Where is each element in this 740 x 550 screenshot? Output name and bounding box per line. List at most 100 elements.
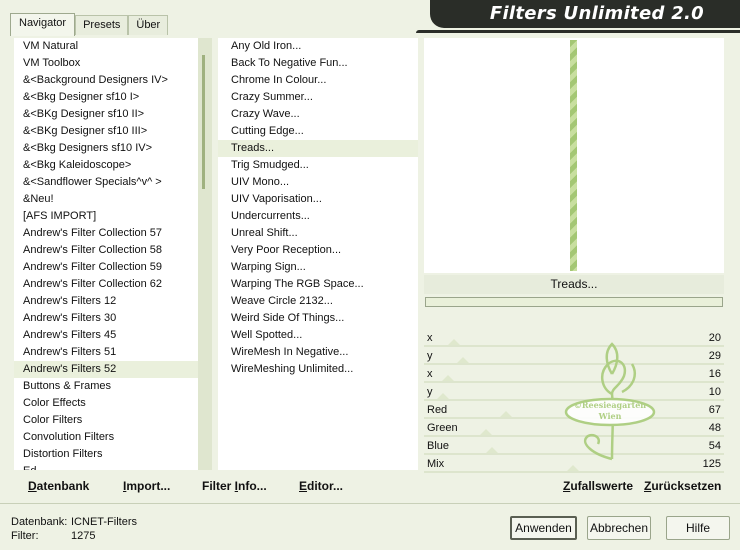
category-item[interactable]: Andrew's Filters 52 xyxy=(14,361,212,378)
param-value: 54 xyxy=(708,440,721,452)
category-item[interactable]: Ed... xyxy=(14,463,212,470)
slider-knob[interactable] xyxy=(499,411,514,418)
database-button[interactable]: Datenbank xyxy=(28,479,89,493)
filter-item[interactable]: Very Poor Reception... xyxy=(218,242,418,259)
slider-knob[interactable] xyxy=(447,339,462,346)
filter-item[interactable]: Chrome In Colour... xyxy=(218,72,418,89)
category-scroll-thumb[interactable] xyxy=(202,55,205,189)
category-item[interactable]: &<Background Designers IV> xyxy=(14,72,212,89)
category-item[interactable]: &Neu! xyxy=(14,191,212,208)
randomize-button[interactable]: Zufallswerte xyxy=(563,479,633,493)
category-item[interactable]: Convolution Filters xyxy=(14,429,212,446)
category-item[interactable]: &<Bkg Designer sf10 I> xyxy=(14,89,212,106)
param-label: x xyxy=(427,332,433,344)
category-item[interactable]: Distortion Filters xyxy=(14,446,212,463)
help-button[interactable]: Hilfe xyxy=(666,516,730,540)
category-item[interactable]: &<BKg Designer sf10 III> xyxy=(14,123,212,140)
status-db-label: Datenbank: xyxy=(11,516,68,528)
category-item[interactable]: Andrew's Filters 30 xyxy=(14,310,212,327)
category-item[interactable]: Andrew's Filter Collection 58 xyxy=(14,242,212,259)
param-label: y xyxy=(427,386,433,398)
slider-knob[interactable] xyxy=(566,465,581,472)
category-item[interactable]: [AFS IMPORT] xyxy=(14,208,212,225)
filter-item[interactable]: Trig Smudged... xyxy=(218,157,418,174)
filter-item[interactable]: Any Old Iron... xyxy=(218,38,418,55)
category-item[interactable]: Color Effects xyxy=(14,395,212,412)
apply-button[interactable]: Anwenden xyxy=(510,516,577,540)
slider-knob[interactable] xyxy=(435,393,450,400)
param-label: Mix xyxy=(427,458,445,470)
filter-info-button[interactable]: Filter Info... xyxy=(202,479,267,493)
filter-item[interactable]: Unreal Shift... xyxy=(218,225,418,242)
category-item[interactable]: VM Toolbox xyxy=(14,55,212,72)
param-label: y xyxy=(427,350,433,362)
filter-item[interactable]: Warping The RGB Space... xyxy=(218,276,418,293)
param-value: 16 xyxy=(708,368,721,380)
param-label: Green xyxy=(427,422,458,434)
banner-underline xyxy=(416,30,740,33)
tab-presets[interactable]: Presets xyxy=(75,15,129,35)
filter-item[interactable]: Back To Negative Fun... xyxy=(218,55,418,72)
category-item[interactable]: Andrew's Filters 45 xyxy=(14,327,212,344)
slider-knob[interactable] xyxy=(441,375,456,382)
filter-item[interactable]: UIV Vaporisation... xyxy=(218,191,418,208)
category-item[interactable]: &<Sandflower Specials^v^ > xyxy=(14,174,212,191)
param-value: 29 xyxy=(708,350,721,362)
category-item[interactable]: Andrew's Filter Collection 62 xyxy=(14,276,212,293)
status-filter-label: Filter: xyxy=(11,530,39,542)
tab-bar: Navigator Presets Über xyxy=(10,13,169,36)
filter-item[interactable]: UIV Mono... xyxy=(218,174,418,191)
watermark-logo: ©Reesieagarten Wien xyxy=(564,342,656,461)
slider-knob[interactable] xyxy=(455,357,470,364)
category-item[interactable]: Andrew's Filters 51 xyxy=(14,344,212,361)
category-item[interactable]: &<Bkg Kaleidoscope> xyxy=(14,157,212,174)
category-item[interactable]: VM Natural xyxy=(14,38,212,55)
filter-item[interactable]: Treads... xyxy=(218,140,418,157)
param-label: Blue xyxy=(427,440,450,452)
filter-item[interactable]: Crazy Summer... xyxy=(218,89,418,106)
param-value: 20 xyxy=(708,332,721,344)
logo-text: ©Reesieagarten xyxy=(574,400,646,410)
filter-item[interactable]: WireMesh In Negative... xyxy=(218,344,418,361)
slider-knob[interactable] xyxy=(479,429,494,436)
param-value: 48 xyxy=(708,422,721,434)
category-list[interactable]: VM Natural VM Toolbox &<Background Designe… xyxy=(14,38,212,470)
progress-bar xyxy=(425,297,723,307)
filter-item[interactable]: Crazy Wave... xyxy=(218,106,418,123)
cancel-button[interactable]: Abbrechen xyxy=(587,516,651,540)
preview-area: Treads... x 20 y 29 x 16 y 10 Red 67 Green 48 Blue 54… xyxy=(424,38,724,473)
import-button[interactable]: Import... xyxy=(123,479,170,493)
category-item[interactable]: Color Filters xyxy=(14,412,212,429)
param-value: 67 xyxy=(708,404,721,416)
filter-item[interactable]: Well Spotted... xyxy=(218,327,418,344)
category-item[interactable]: Buttons & Frames xyxy=(14,378,212,395)
category-item[interactable]: Andrew's Filter Collection 59 xyxy=(14,259,212,276)
param-value: 125 xyxy=(702,458,721,470)
filter-item[interactable]: Warping Sign... xyxy=(218,259,418,276)
param-value: 10 xyxy=(708,386,721,398)
app-title-banner: Filters Unlimited 2.0 xyxy=(430,0,740,28)
tab-navigator[interactable]: Navigator xyxy=(10,13,76,36)
logo-text-sub: Wien xyxy=(598,411,622,421)
category-scrollbar[interactable] xyxy=(198,38,212,470)
param-label: x xyxy=(427,368,433,380)
category-item[interactable]: Andrew's Filter Collection 57 xyxy=(14,225,212,242)
filter-item[interactable]: Weird Side Of Things... xyxy=(218,310,418,327)
filter-item[interactable]: WireMeshing Unlimited... xyxy=(218,361,418,378)
filter-list[interactable]: Any Old Iron... Back To Negative Fun... Ch… xyxy=(218,38,418,470)
preview-stripe xyxy=(570,40,577,271)
filter-item[interactable]: Cutting Edge... xyxy=(218,123,418,140)
filter-item[interactable]: Undercurrents... xyxy=(218,208,418,225)
category-item[interactable]: &<BKg Designer sf10 II> xyxy=(14,106,212,123)
preview-image xyxy=(424,38,724,273)
category-item[interactable]: Andrew's Filters 12 xyxy=(14,293,212,310)
reset-button[interactable]: Zurücksetzen xyxy=(644,479,721,493)
category-item[interactable]: &<Bkg Designers sf10 IV> xyxy=(14,140,212,157)
preview-filter-name: Treads... xyxy=(424,275,724,294)
editor-button[interactable]: Editor... xyxy=(299,479,343,493)
tab-about[interactable]: Über xyxy=(128,15,169,35)
slider-knob[interactable] xyxy=(484,447,499,454)
status-db-value: ICNET-Filters xyxy=(71,516,137,528)
filter-item[interactable]: Weave Circle 2132... xyxy=(218,293,418,310)
footer-divider xyxy=(0,503,740,504)
